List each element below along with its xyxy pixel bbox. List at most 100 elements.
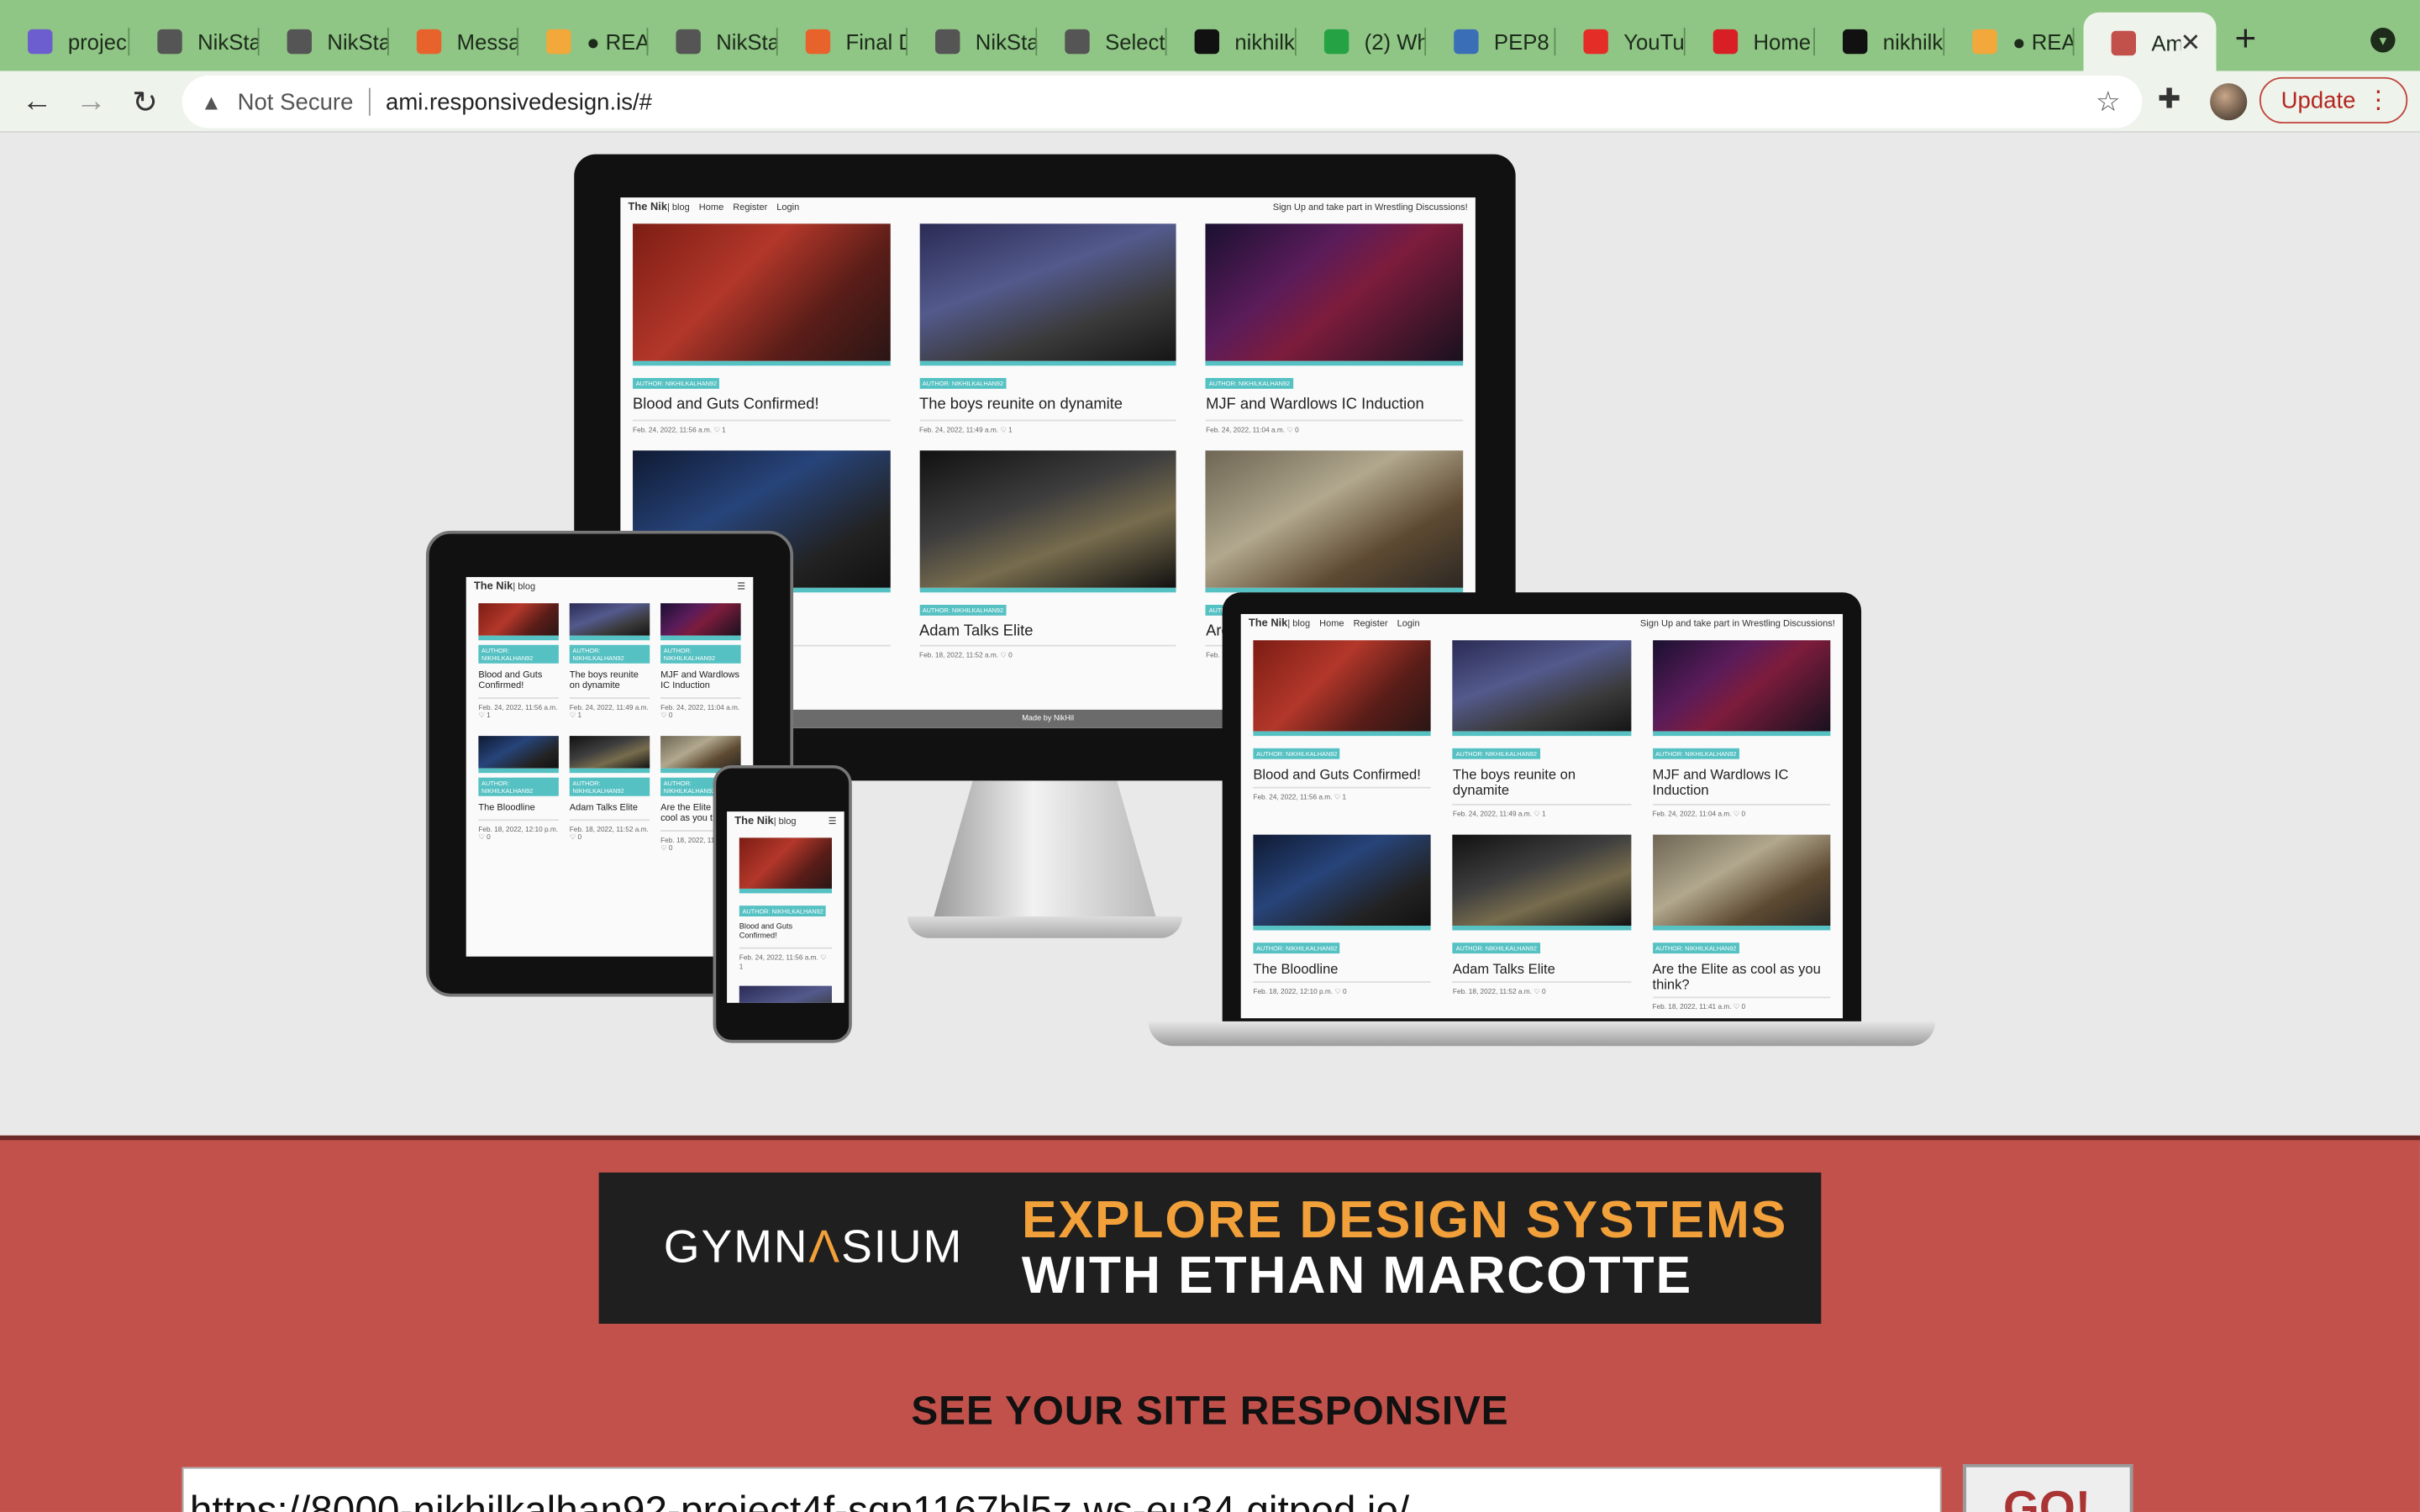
ami-icon (2111, 30, 2136, 56)
post-meta: Feb. 24, 2022, 11:49 a.m. ♡ 1 (919, 418, 1177, 434)
mock-post-card: AUTHOR: NIKHILKALHAN92 The boys reunite o… (569, 603, 650, 721)
mock-post-card: AUTHOR: NIKHILKALHAN92 Adam Talks Elite Fe… (919, 449, 1177, 660)
bottom-panel: GYMNΛSIUM EXPLORE DESIGN SYSTEMS WITH ET… (0, 1135, 2420, 1512)
tab-12[interactable]: YouTub (1555, 13, 1686, 71)
post-image (739, 984, 832, 1003)
post-meta: Feb. 24, 2022, 11:04 a.m. ♡ 0 (1652, 803, 1831, 818)
ad-line-1: EXPLORE DESIGN SYSTEMS (1021, 1190, 1788, 1250)
author-tag: AUTHOR: NIKHILKALHAN92 (569, 644, 650, 664)
post-title: Blood and Guts Confirmed! (1253, 766, 1421, 783)
tab-label: NikSta (716, 29, 778, 55)
update-button[interactable]: Update ⋮ (2259, 76, 2408, 123)
kebab-menu-icon[interactable]: ⋮ (2366, 85, 2391, 116)
preview-area: The Nik | blog Home Register Login Sign Up a… (0, 132, 2420, 1136)
mock-site-brand: The Nik (628, 202, 667, 213)
tab-5[interactable]: NikSta (648, 13, 778, 71)
reload-icon[interactable]: ↻ (127, 83, 164, 120)
go-button[interactable]: GO! (1963, 1464, 2133, 1512)
mock-post-grid: AUTHOR: NIKHILKALHAN92 Blood and Guts Con… (466, 597, 754, 858)
post-title: Adam Talks Elite (569, 803, 639, 813)
tab-16[interactable]: Am✕ (2083, 12, 2217, 75)
tab-label: nikhilk (1882, 29, 1944, 55)
post-meta: Feb. 24, 2022, 11:04 a.m. ♡ 0 (660, 696, 741, 721)
post-meta: Feb. 24, 2022, 11:49 a.m. ♡ 1 (569, 696, 650, 721)
tab-13[interactable]: Home (1686, 13, 1815, 71)
whatsapp-icon (1323, 29, 1349, 55)
tab-15[interactable]: ● REA (1944, 13, 2075, 71)
gymnasium-ad[interactable]: GYMNΛSIUM EXPLORE DESIGN SYSTEMS WITH ET… (598, 1172, 1822, 1324)
tab-label: NikSta (975, 29, 1038, 55)
post-image (1652, 834, 1831, 930)
site-url-input[interactable]: https://8000-nikhilkalhan92-project4f-sq… (182, 1467, 1942, 1512)
mock-post-card: AUTHOR: NIKHILKALHAN92 Blood and Guts Con… (633, 223, 891, 434)
post-image (569, 735, 650, 773)
post-image (1452, 640, 1631, 737)
post-title: Blood and Guts Confirmed! (478, 670, 543, 691)
hamburger-icon: ☰ (828, 817, 837, 827)
mock-post-card: AUTHOR: NIKHILKALHAN92 MJF and Wardlows I… (1206, 223, 1464, 434)
tab-4[interactable]: ● REA (518, 13, 649, 71)
author-tag: AUTHOR: NIKHILKALHAN92 (1652, 748, 1740, 759)
mock-nav-link: Home (1319, 619, 1344, 629)
post-title: MJF and Wardlows IC Induction (1206, 396, 1424, 414)
tab-6[interactable]: Final D (778, 13, 908, 71)
post-image (1652, 640, 1831, 737)
tab-8[interactable]: Select (1037, 13, 1167, 71)
tab-1[interactable]: NikSta (129, 13, 260, 71)
globe-icon (157, 29, 182, 55)
monitor-stand (932, 780, 1158, 923)
tab-9[interactable]: nikhilk (1167, 13, 1297, 71)
extensions-puzzle-icon[interactable]: ✚ (2158, 83, 2181, 116)
warning-icon: ▲ (200, 89, 223, 114)
post-meta: Feb. 18, 2022, 12:10 p.m. ♡ 0 (478, 818, 559, 843)
address-bar[interactable]: ▲ Not Secure ami.responsivedesign.is/# ☆ (182, 75, 2143, 129)
tab-label: NikSta (197, 29, 260, 55)
tab-10[interactable]: (2) Wh (1297, 13, 1427, 71)
tab-14[interactable]: nikhilk (1815, 13, 1945, 71)
url-text[interactable]: ami.responsivedesign.is/# (386, 89, 652, 115)
globe-icon (676, 29, 701, 55)
post-meta: Feb. 24, 2022, 11:49 a.m. ♡ 1 (1452, 803, 1631, 818)
tab-7[interactable]: NikSta (908, 13, 1038, 71)
mock-site-nav: The Nik | blog Home Register Login Sign Up a… (620, 197, 1476, 218)
youtube-icon (1583, 29, 1608, 55)
author-tag: AUTHOR: NIKHILKALHAN92 (1253, 942, 1341, 953)
back-icon[interactable]: ← (18, 83, 55, 120)
post-image (919, 223, 1177, 366)
mock-post-card: AUTHOR: NIKHILKALHAN92The boys reunite o… (919, 223, 1177, 434)
author-tag: AUTHOR: NIKHILKALHAN92 (660, 644, 741, 664)
post-title: The boys reunite on dynamite (919, 396, 1123, 414)
monitor-base (907, 916, 1182, 938)
post-image (1452, 834, 1631, 930)
mock-nav-link: Register (733, 202, 768, 213)
tab-11[interactable]: PEP8 c (1426, 13, 1556, 71)
post-image (1206, 449, 1464, 592)
hashnode-icon (28, 29, 53, 55)
post-title: The boys reunite on dynamite (569, 670, 639, 691)
netflix-icon (1712, 29, 1739, 55)
form-heading: SEE YOUR SITE RESPONSIVE (911, 1387, 1509, 1434)
post-meta: Feb. 18, 2022, 11:52 a.m. ♡ 0 (569, 818, 650, 843)
mock-post-card: AUTHOR: NIKHILKALHAN92The boys reunite o… (739, 984, 832, 1003)
tab-0[interactable]: projec (0, 13, 130, 71)
post-meta: Feb. 24, 2022, 11:04 a.m. ♡ 0 (1206, 418, 1464, 434)
forward-icon[interactable]: → (72, 83, 109, 120)
tab-label: YouTub (1623, 29, 1685, 55)
profile-avatar[interactable] (2210, 83, 2248, 121)
new-tab-button[interactable]: + (2235, 21, 2257, 59)
post-image (1253, 834, 1432, 930)
gitpod-icon (546, 29, 571, 55)
phone: The Nik | blog ☰ AUTHOR: NIKHILKALHAN92 Blo… (713, 765, 852, 1043)
post-image (1253, 640, 1432, 737)
bookmark-star-icon[interactable]: ☆ (2096, 86, 2121, 118)
tab-2[interactable]: NikSta (260, 13, 389, 71)
tab-3[interactable]: Messa (389, 13, 519, 71)
author-tag: AUTHOR: NIKHILKALHAN92 (569, 777, 650, 796)
post-meta: Feb. 18, 2022, 12:10 p.m. ♡ 0 (1253, 981, 1432, 996)
phone-screen: The Nik | blog ☰ AUTHOR: NIKHILKALHAN92 Blo… (727, 811, 844, 1003)
close-tab-icon[interactable]: ✕ (2181, 28, 2202, 59)
tab-search-icon[interactable]: ▼ (2370, 28, 2396, 53)
tab-label: PEP8 c (1493, 29, 1555, 55)
mock-post-card: AUTHOR: NIKHILKALHAN92 Adam Talks Elite Fe… (1452, 834, 1631, 1012)
author-tag: AUTHOR: NIKHILKALHAN92 (1452, 942, 1540, 953)
